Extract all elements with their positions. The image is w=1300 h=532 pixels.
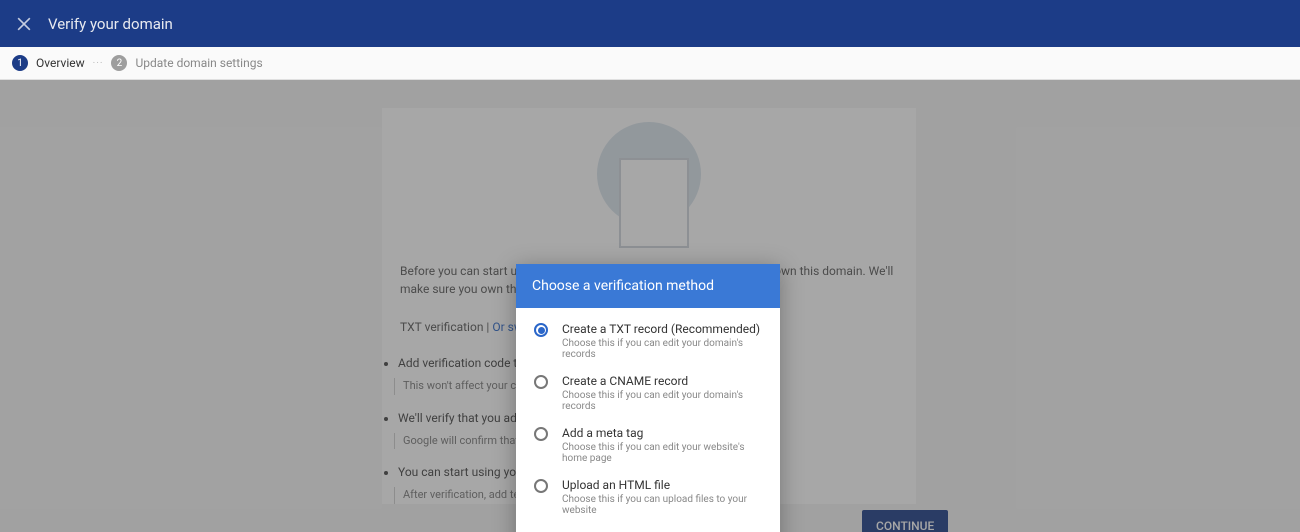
radio-icon — [534, 375, 548, 389]
option-html-file[interactable]: Upload an HTML file Choose this if you c… — [534, 478, 762, 516]
option-sub: Choose this if you can edit your domain'… — [562, 390, 762, 412]
step-badge: 1 — [12, 55, 28, 71]
step-overview[interactable]: 1 Overview — [12, 55, 85, 71]
radio-icon — [534, 323, 548, 337]
page-title: Verify your domain — [48, 15, 173, 33]
option-title: Create a CNAME record — [562, 374, 762, 388]
option-sub: Choose this if you can edit your domain'… — [562, 338, 762, 360]
step-label: Overview — [36, 56, 85, 70]
option-title: Add a meta tag — [562, 426, 762, 440]
option-txt-record[interactable]: Create a TXT record (Recommended) Choose… — [534, 322, 762, 360]
option-title: Create a TXT record (Recommended) — [562, 322, 762, 336]
step-separator: ··· — [93, 58, 104, 69]
dialog-body: Create a TXT record (Recommended) Choose… — [516, 308, 780, 532]
option-title: Upload an HTML file — [562, 478, 762, 492]
step-update-domain[interactable]: 2 Update domain settings — [111, 55, 262, 71]
stage: Before you can start using your Google s… — [0, 80, 1300, 532]
stepper: 1 Overview ··· 2 Update domain settings — [0, 47, 1300, 80]
option-meta-tag[interactable]: Add a meta tag Choose this if you can ed… — [534, 426, 762, 464]
step-badge: 2 — [111, 55, 127, 71]
topbar: Verify your domain — [0, 0, 1300, 47]
option-cname-record[interactable]: Create a CNAME record Choose this if you… — [534, 374, 762, 412]
option-sub: Choose this if you can edit your website… — [562, 442, 762, 464]
verification-dialog: Choose a verification method Create a TX… — [516, 264, 780, 532]
option-sub: Choose this if you can upload files to y… — [562, 494, 762, 516]
close-icon[interactable] — [14, 14, 34, 34]
step-label: Update domain settings — [135, 56, 262, 70]
radio-icon — [534, 427, 548, 441]
dialog-title: Choose a verification method — [516, 264, 780, 308]
radio-icon — [534, 479, 548, 493]
